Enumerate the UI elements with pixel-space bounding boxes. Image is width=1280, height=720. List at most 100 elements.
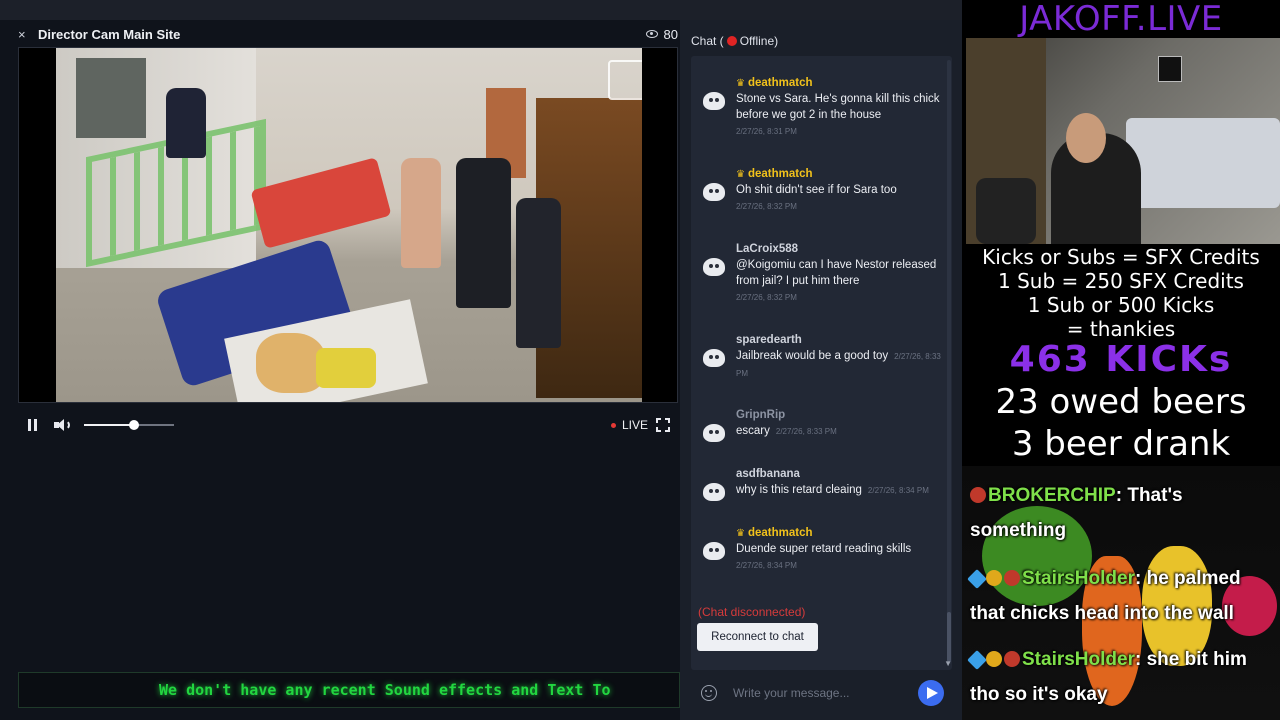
chat-disconnected-text: (Chat disconnected): [698, 605, 806, 619]
chat-message-body: Oh shit didn't see if for Sara too: [736, 184, 897, 196]
send-button[interactable]: [918, 680, 944, 706]
stream-overlay: JAKOFF.LIVE Kicks or Subs = SFX Credits …: [962, 0, 1280, 720]
chat-messages[interactable]: ♛ deathmatch Stone vs Sara. He's gonna kil…: [691, 56, 952, 670]
overlay-chat-message: BROKERCHIP: That's something: [970, 485, 1183, 541]
crown-icon: ♛: [736, 78, 745, 89]
chat-header-label: Chat (: [691, 34, 724, 48]
chat-username-text: deathmatch: [747, 77, 813, 89]
volume-slider[interactable]: [84, 420, 174, 430]
ghost-avatar-icon[interactable]: [701, 540, 727, 562]
send-icon: [927, 687, 938, 699]
strawberry-badge-icon: [1004, 570, 1020, 586]
chat-username-text: asdfbanana: [736, 468, 800, 480]
chat-username-text: GripnRip: [736, 409, 786, 421]
ghost-avatar-icon[interactable]: [701, 422, 727, 444]
chat-username[interactable]: ♛ deathmatch: [736, 76, 941, 91]
fullscreen-icon[interactable]: [656, 418, 670, 432]
chat-timestamp: 2/27/26, 8:34 PM: [736, 561, 797, 570]
chat-message-text: Oh shit didn't see if for Sara too 2/27/2…: [736, 182, 941, 215]
chat-username-text: sparedearth: [736, 334, 802, 346]
camera-scene: [56, 48, 642, 402]
top-bar: [0, 0, 962, 20]
strawberry-badge-icon: [970, 487, 986, 503]
chat-message-text: why is this retard cleaing 2/27/26, 8:34 …: [736, 482, 941, 499]
overlay-title: JAKOFF.LIVE: [1019, 0, 1223, 39]
offline-dot-icon: [726, 36, 737, 46]
overlay-chat-user: BROKERCHIP: [988, 485, 1116, 506]
chat-message-body: Stone vs Sara. He's gonna kill this chic…: [736, 93, 940, 121]
overlay-chat-message: StairsHolder: she bit him tho so it's ok…: [967, 642, 1276, 712]
live-dot: [610, 422, 616, 428]
volume-slider-knob[interactable]: [128, 420, 139, 430]
sfx-ticker: We don't have any recent Sound effects a…: [18, 672, 680, 708]
player-header: × Director Cam Main Site 80: [18, 24, 678, 44]
overlay-chat-user: StairsHolder: [1022, 568, 1135, 589]
ghost-avatar-icon[interactable]: [701, 181, 727, 203]
chat-message-body: Duende super retard reading skills: [736, 543, 912, 555]
pause-icon[interactable]: [28, 419, 40, 431]
close-icon[interactable]: ×: [18, 27, 34, 42]
number-one-badge-icon: [986, 570, 1002, 586]
volume-icon[interactable]: [54, 418, 70, 432]
viewer-count: 80: [645, 26, 678, 42]
player-controls: LIVE: [18, 414, 678, 436]
chat-timestamp: 2/27/26, 8:34 PM: [867, 486, 929, 495]
chat-message-text: Jailbreak would be a good toy 2/27/26, 8:…: [736, 348, 941, 382]
overlay-kicks-count: 463 KICKs: [1009, 339, 1233, 380]
overlay-credits-line-2: 1 Sub = 250 SFX Credits: [998, 269, 1244, 293]
chat-username[interactable]: ♛ deathmatch: [736, 526, 941, 541]
chat-message-text: escary 2/27/26, 8:33 PM: [736, 423, 941, 440]
chat-message-text: @Koigomiu can I have Nestor released fro…: [736, 257, 941, 306]
video-feed[interactable]: [18, 47, 678, 403]
chat-username[interactable]: GripnRip: [736, 408, 941, 423]
strawberry-badge-icon: [1004, 651, 1020, 667]
chat-username-text: deathmatch: [747, 168, 813, 180]
chat-scrollbar[interactable]: ▼: [944, 60, 952, 668]
chat-username[interactable]: sparedearth: [736, 333, 941, 348]
ghost-avatar-icon[interactable]: [701, 347, 727, 369]
overlay-credits-line-3: 1 Sub or 500 Kicks: [1027, 293, 1215, 317]
ghost-avatar-icon[interactable]: [701, 90, 727, 112]
sword-badge-icon: [967, 569, 987, 589]
overlay-chat-user: StairsHolder: [1022, 649, 1135, 670]
ghost-avatar-icon[interactable]: [701, 256, 727, 278]
chat-timestamp: 2/27/26, 8:33 PM: [775, 427, 837, 436]
volume-slider-fill: [84, 424, 134, 426]
chat-status: Offline): [739, 34, 779, 48]
overlay-credits-line-1: Kicks or Subs = SFX Credits: [982, 245, 1260, 269]
emoji-icon[interactable]: [701, 685, 717, 701]
overlay-chat-message: StairsHolder: he palmed that chicks head…: [967, 561, 1276, 631]
chat-message-input[interactable]: [733, 680, 913, 706]
chat-panel: Chat ( Offline) ♛ deathmatch Stone vs Sara…: [680, 20, 962, 720]
chat-scrollbar-thumb[interactable]: [947, 612, 951, 662]
chat-message-text: Stone vs Sara. He's gonna kill this chic…: [736, 91, 941, 140]
chat-message-text: Duende super retard reading skills 2/27/2…: [736, 541, 941, 574]
chat-timestamp: 2/27/26, 8:32 PM: [736, 293, 797, 302]
chat-username-text: deathmatch: [747, 527, 813, 539]
eye-icon: [645, 30, 658, 38]
app-root: × Director Cam Main Site 80 LIVE We don'…: [0, 0, 1280, 720]
chat-message-body: why is this retard cleaing: [736, 484, 862, 496]
chat-username-text: LaCroix588: [736, 243, 799, 255]
ticker-text: We don't have any recent Sound effects a…: [159, 681, 611, 699]
live-label: LIVE: [621, 418, 648, 432]
chat-input-row: [691, 676, 952, 710]
ghost-avatar-icon[interactable]: [701, 481, 727, 503]
chat-message-body: Jailbreak would be a good toy: [736, 350, 889, 362]
viewer-count-value: 80: [663, 26, 678, 42]
chat-timestamp: 2/27/26, 8:32 PM: [736, 202, 797, 211]
overlay-beer-drank: 3 beer drank: [1011, 424, 1231, 464]
camera-watermark-logo: [608, 60, 642, 100]
reconnect-button[interactable]: Reconnect to chat: [697, 623, 818, 651]
crown-icon: ♛: [736, 169, 745, 180]
streamer-webcam: [966, 38, 1280, 244]
scroll-down-icon[interactable]: ▼: [944, 659, 952, 668]
chat-username[interactable]: LaCroix588: [736, 242, 941, 257]
live-indicator: LIVE: [610, 418, 648, 432]
number-one-badge-icon: [986, 651, 1002, 667]
overlay-credits-line-4: = thankies: [1066, 317, 1176, 341]
chat-username[interactable]: ♛ deathmatch: [736, 167, 941, 182]
chat-username[interactable]: asdfbanana: [736, 467, 941, 482]
player-title: Director Cam Main Site: [38, 26, 181, 42]
crown-icon: ♛: [736, 528, 745, 539]
